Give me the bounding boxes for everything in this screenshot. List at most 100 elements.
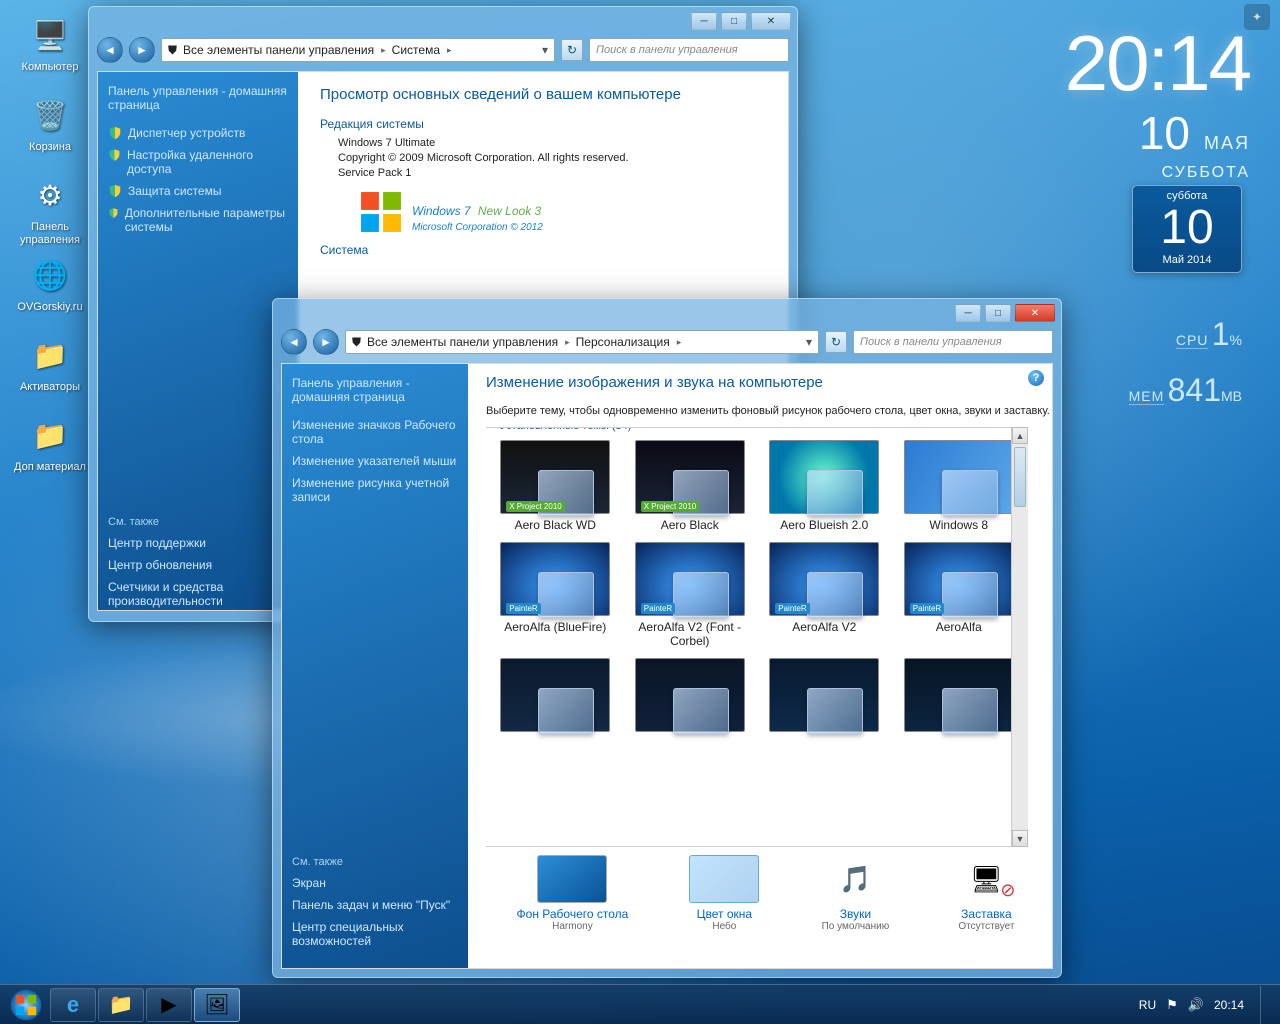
forward-button[interactable]: ►	[129, 37, 155, 63]
cal-day: 10	[1133, 202, 1241, 254]
bottom-setting[interactable]: Фон Рабочего столаHarmony	[517, 855, 629, 932]
search-input[interactable]: Поиск в панели управления	[589, 38, 789, 62]
scroll-down-button[interactable]: ▼	[1012, 830, 1028, 847]
desktop[interactable]: 🖥️ Компьютер 🗑️Корзина ⚙Панель управления🌐O…	[0, 0, 1280, 1024]
refresh-button[interactable]: ↻	[825, 331, 847, 353]
bottom-setting[interactable]: 🎵ЗвукиПо умолчанию	[820, 855, 890, 932]
crumb-personalization[interactable]: Персонализация	[576, 335, 682, 349]
theme-item[interactable]	[490, 654, 621, 736]
clock-date: 10	[1139, 106, 1190, 160]
crumb-all[interactable]: Все элементы панели управления	[367, 335, 570, 349]
theme-item[interactable]: Windows 8	[894, 436, 1025, 532]
minimize-button[interactable]: ─	[955, 304, 981, 322]
page-title: Просмотр основных сведений о вашем компь…	[320, 86, 766, 103]
help-icon[interactable]: ?	[1028, 370, 1044, 386]
theme-item[interactable]: PainteRAeroAlfa (BlueFire)	[490, 538, 621, 648]
control-panel-icon: ⛊	[352, 335, 361, 350]
theme-item[interactable]: X Project 2010Aero Black	[625, 436, 756, 532]
refresh-button[interactable]: ↻	[561, 39, 583, 61]
taskbar-explorer[interactable]: 📁	[98, 988, 144, 1022]
nav-home-link[interactable]: Панель управления - домашняя страница	[108, 84, 288, 112]
gadget-settings-icon[interactable]: ✦	[1244, 4, 1270, 30]
search-input[interactable]: Поиск в панели управления	[853, 330, 1053, 354]
taskbar-mediaplayer[interactable]: ▶	[146, 988, 192, 1022]
address-bar[interactable]: ⛊ Все элементы панели управления Система…	[161, 38, 555, 62]
scroll-thumb[interactable]	[1014, 447, 1026, 507]
taskbar[interactable]: e 📁 ▶ 🖼 RU ⚑ 🔊 20:14	[0, 984, 1280, 1024]
titlebar[interactable]: ─ □ ✕	[273, 299, 1061, 327]
nav-link[interactable]: Изменение рисунка учетной записи	[292, 472, 458, 508]
recycle-icon: 🗑️	[27, 92, 73, 138]
desktop-icon-ovgorskiy[interactable]: 🌐OVGorskiy.ru	[12, 252, 88, 314]
tray-clock[interactable]: 20:14	[1214, 998, 1244, 1012]
nav-link[interactable]: Счетчики и средства производительности	[108, 576, 288, 612]
theme-item[interactable]: X Project 2010Aero Black WD	[490, 436, 621, 532]
theme-label: Windows 8	[894, 518, 1025, 532]
theme-item[interactable]	[759, 654, 890, 736]
theme-item[interactable]: Aero Blueish 2.0	[759, 436, 890, 532]
taskbar-personalization[interactable]: 🖼	[194, 988, 240, 1022]
icon-label: Компьютер	[12, 61, 88, 74]
nav-link[interactable]: Центр поддержки	[108, 532, 288, 554]
nav-link[interactable]: Защита системы	[108, 180, 288, 202]
nav-link[interactable]: Центр специальных возможностей	[292, 916, 458, 952]
dropdown-icon[interactable]: ▾	[542, 43, 548, 57]
titlebar[interactable]: ─ □ ✕	[89, 7, 797, 35]
back-button[interactable]: ◄	[281, 329, 307, 355]
tray-volume-icon[interactable]: 🔊	[1188, 997, 1204, 1013]
section-edition: Редакция системы	[320, 117, 766, 131]
theme-label: Aero Black WD	[490, 518, 621, 532]
minimize-button[interactable]: ─	[691, 12, 717, 30]
desktop-icon-dop-material[interactable]: 📁Доп материал	[12, 412, 88, 474]
nav-link[interactable]: Диспетчер устройств	[108, 122, 288, 144]
nav-link[interactable]: Настройка удаленного доступа	[108, 144, 288, 180]
copyright-line: Copyright © 2009 Microsoft Corporation. …	[338, 152, 766, 164]
nav-link[interactable]: Экран	[292, 872, 458, 894]
desktop-icon-recycle[interactable]: 🗑️Корзина	[12, 92, 88, 154]
maximize-button[interactable]: □	[721, 12, 747, 30]
nav-link[interactable]: Дополнительные параметры системы	[108, 202, 288, 238]
system-tray[interactable]: RU ⚑ 🔊 20:14	[1139, 986, 1276, 1024]
nav-link[interactable]: Изменение значков Рабочего стола	[292, 414, 458, 450]
nav-link[interactable]: Изменение указателей мыши	[292, 450, 458, 472]
show-desktop-button[interactable]	[1260, 986, 1272, 1024]
tray-language[interactable]: RU	[1139, 998, 1156, 1012]
activators-icon: 📁	[27, 332, 73, 378]
address-bar[interactable]: ⛊ Все элементы панели управления Персона…	[345, 330, 819, 354]
start-button[interactable]	[4, 988, 48, 1022]
scroll-up-button[interactable]: ▲	[1012, 427, 1028, 444]
window-personalization[interactable]: ─ □ ✕ ◄ ► ⛊ Все элементы панели управлен…	[272, 298, 1062, 978]
crumb-system[interactable]: Система	[392, 43, 452, 57]
nav-link[interactable]: Панель задач и меню "Пуск"	[292, 894, 458, 916]
back-button[interactable]: ◄	[97, 37, 123, 63]
cpu-gadget: CPU 1%	[1176, 316, 1242, 353]
computer-icon: 🖥️	[27, 12, 73, 58]
nav-link[interactable]: Центр обновления	[108, 554, 288, 576]
desktop-icon-computer[interactable]: 🖥️ Компьютер	[12, 12, 88, 74]
theme-item[interactable]: PainteRAeroAlfa V2 (Font - Corbel)	[625, 538, 756, 648]
theme-label: AeroAlfa	[894, 620, 1025, 634]
forward-button[interactable]: ►	[313, 329, 339, 355]
theme-item[interactable]	[625, 654, 756, 736]
bottom-setting[interactable]: Цвет окнаНебо	[689, 855, 759, 932]
icon-label: Активаторы	[12, 381, 88, 394]
desktop-icon-activators[interactable]: 📁 Активаторы	[12, 332, 88, 394]
themes-caption: Установленные темы (34)	[494, 427, 637, 432]
tray-action-center-icon[interactable]: ⚑	[1166, 997, 1178, 1013]
bottom-setting[interactable]: 🖥⊘ЗаставкаОтсутствует	[951, 855, 1021, 932]
desktop-icon-control-panel[interactable]: ⚙Панель управления	[12, 172, 88, 247]
theme-label: AeroAlfa V2	[759, 620, 890, 634]
maximize-button[interactable]: □	[985, 304, 1011, 322]
theme-item[interactable]: PainteRAeroAlfa	[894, 538, 1025, 648]
nav-home-link[interactable]: Панель управления - домашняя страница	[292, 376, 458, 404]
calendar-gadget[interactable]: суббота 10 Май 2014	[1132, 185, 1242, 273]
scrollbar[interactable]: ▲ ▼	[1011, 427, 1028, 847]
crumb-all[interactable]: Все элементы панели управления	[183, 43, 386, 57]
dropdown-icon[interactable]: ▾	[806, 335, 812, 349]
theme-item[interactable]: PainteRAeroAlfa V2	[759, 538, 890, 648]
taskbar-ie[interactable]: e	[50, 988, 96, 1022]
close-button[interactable]: ✕	[751, 12, 791, 30]
theme-item[interactable]	[894, 654, 1025, 736]
cpu-value: 1	[1212, 316, 1230, 352]
close-button[interactable]: ✕	[1015, 304, 1055, 322]
